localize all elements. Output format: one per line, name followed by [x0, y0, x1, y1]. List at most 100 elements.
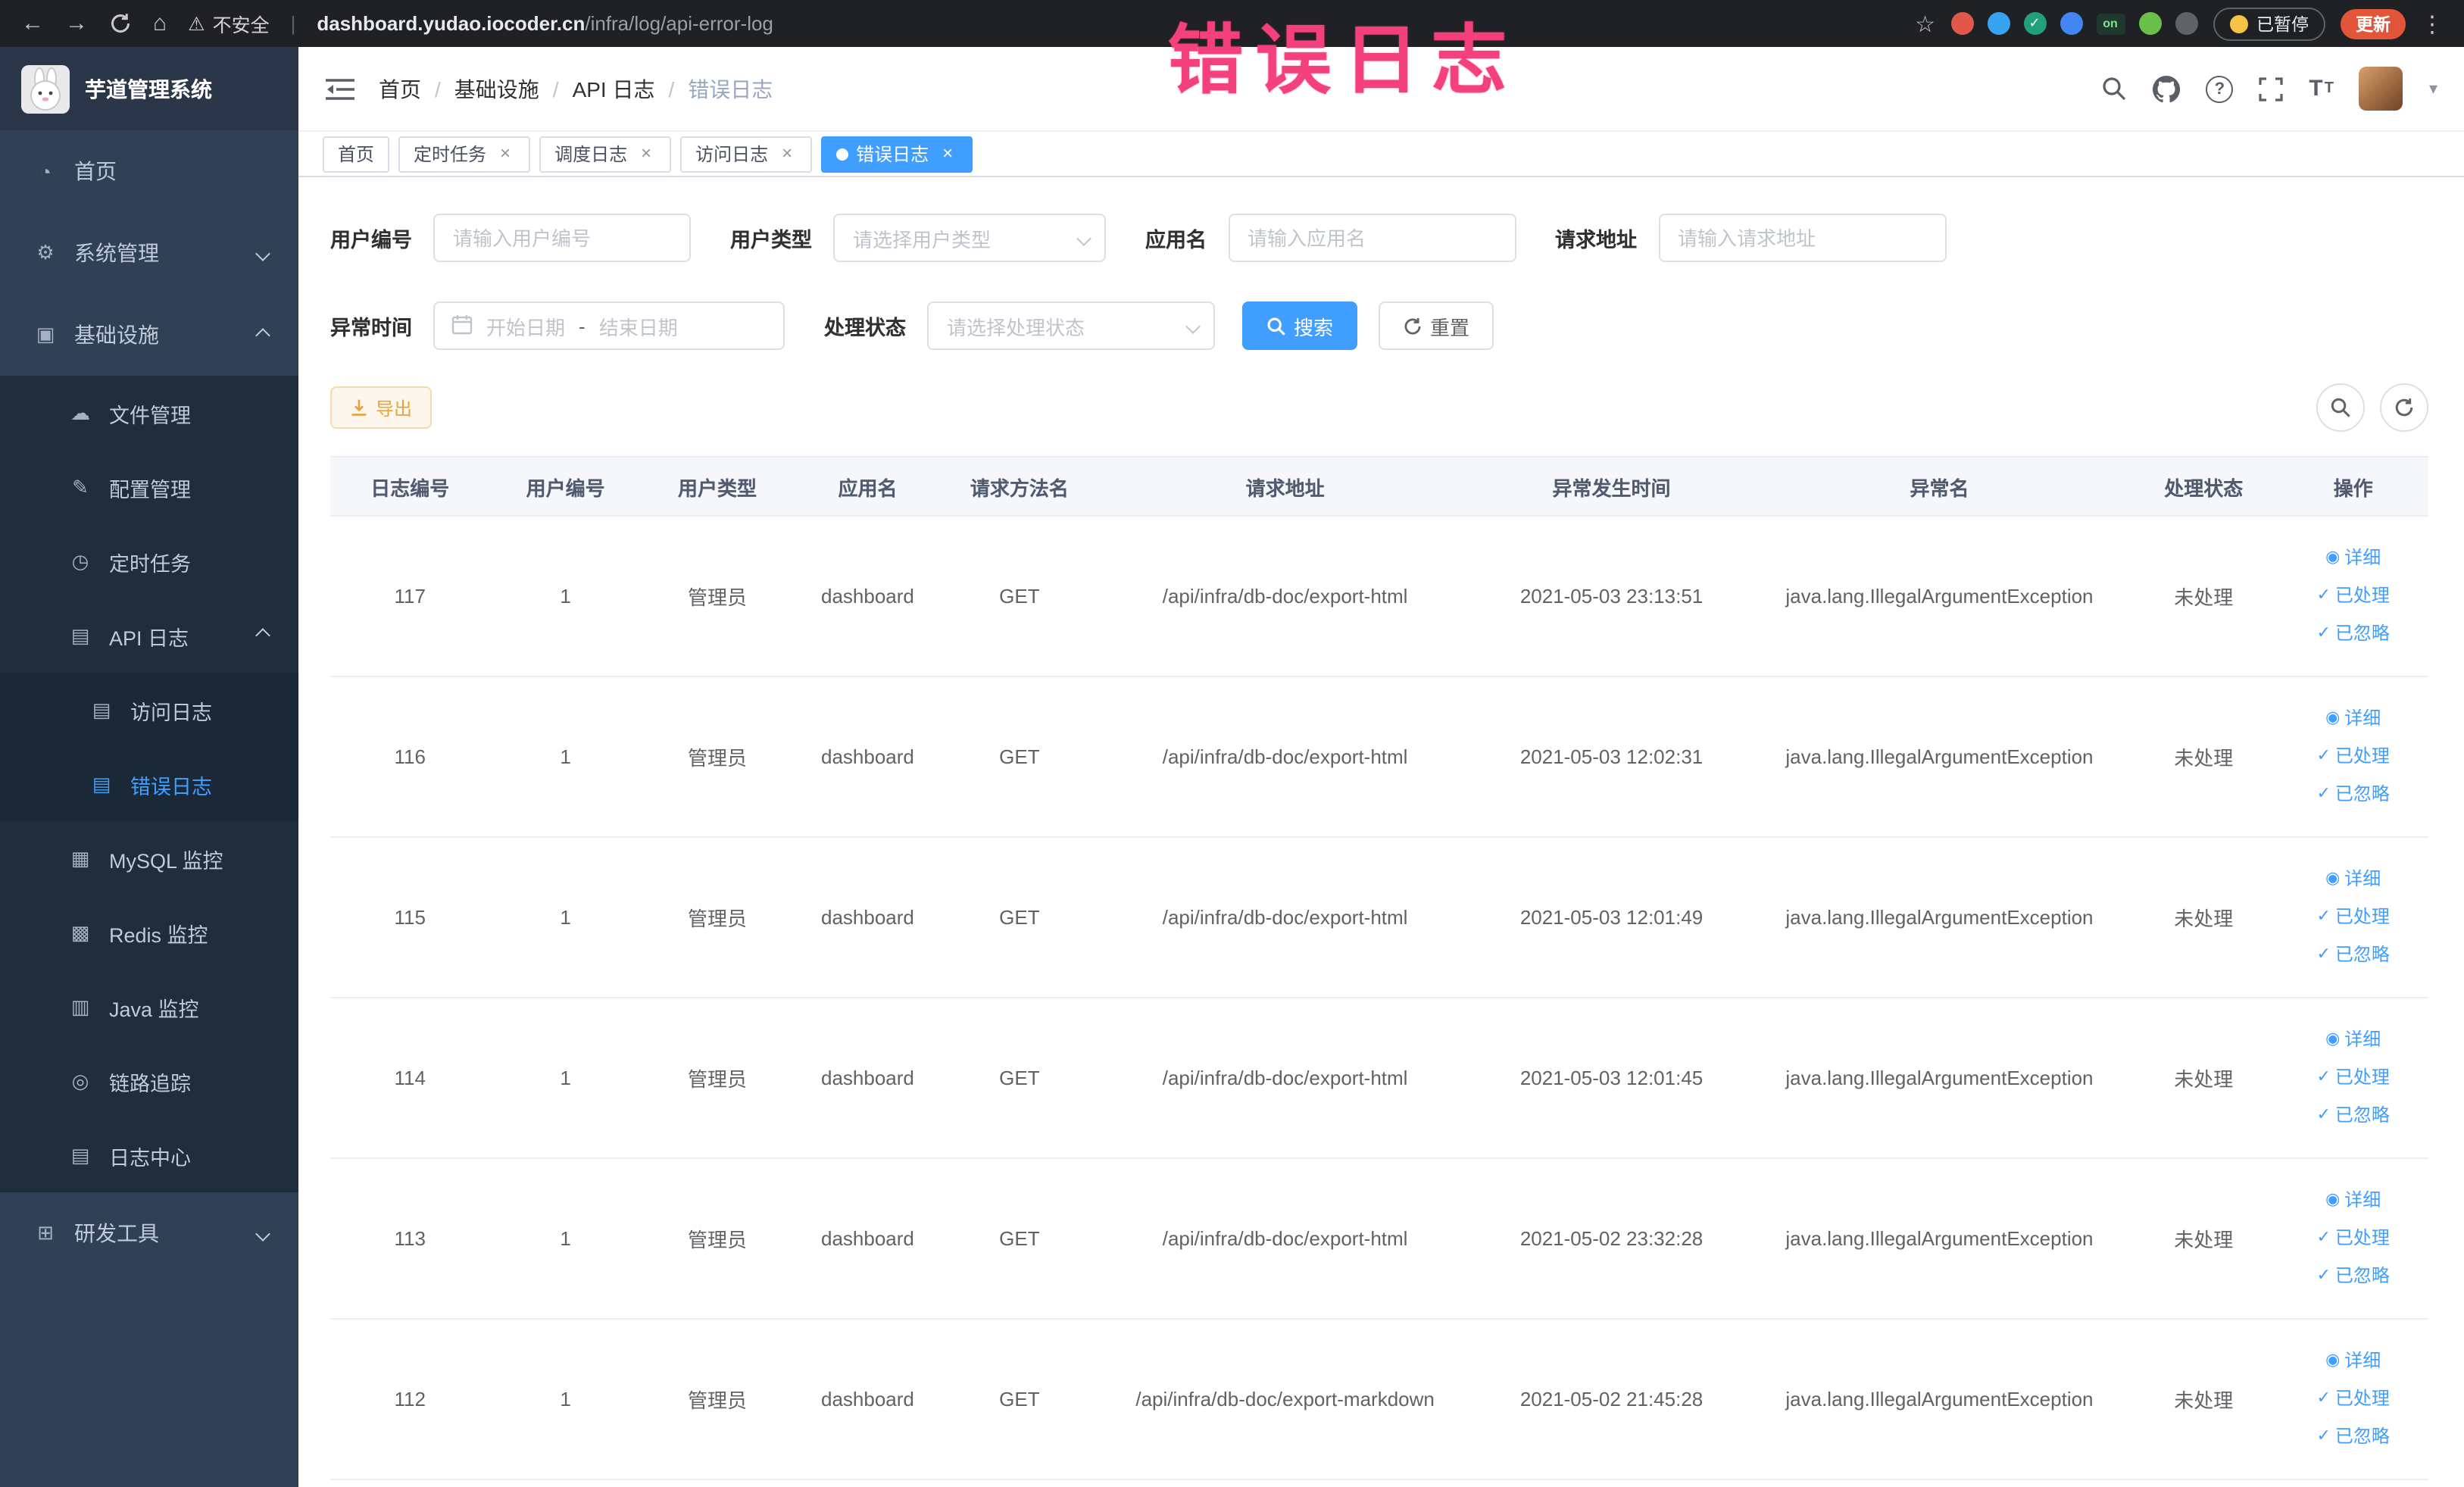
- refresh-table-button[interactable]: [2380, 383, 2428, 432]
- action-processed[interactable]: ✓ 已处理: [2316, 738, 2389, 776]
- user-type-select[interactable]: 请选择用户类型: [833, 214, 1106, 262]
- security-warning[interactable]: ⚠ 不安全: [188, 9, 269, 38]
- bookmark-star-icon[interactable]: ☆: [1915, 10, 1935, 37]
- extension-orange-shield-icon[interactable]: [1950, 12, 1973, 35]
- action-processed[interactable]: ✓ 已处理: [2316, 898, 2389, 936]
- close-icon[interactable]: ×: [495, 144, 515, 164]
- cell-time: 2021-05-03 23:13:51: [1473, 516, 1750, 677]
- sidebar-item-tracer[interactable]: ◎ 链路追踪: [0, 1044, 298, 1118]
- action-detail[interactable]: ◉ 详细: [2325, 539, 2381, 577]
- action-processed[interactable]: ✓ 已处理: [2316, 1059, 2389, 1097]
- caret-down-icon[interactable]: ▾: [2429, 79, 2437, 98]
- cell-app: dashboard: [793, 998, 942, 1159]
- action-processed[interactable]: ✓ 已处理: [2316, 1220, 2389, 1257]
- toggle-search-button[interactable]: [2316, 383, 2365, 432]
- tab-home[interactable]: 首页: [323, 136, 390, 172]
- actions-group: ◉ 详细 ✓ 已处理 ✓ 已忽略: [2278, 838, 2428, 997]
- toolbar-right-cluster: [2316, 383, 2428, 432]
- back-icon[interactable]: ←: [21, 12, 44, 35]
- sidebar-collapse-icon[interactable]: [326, 77, 354, 101]
- fullscreen-icon[interactable]: [2259, 77, 2283, 101]
- close-icon[interactable]: ×: [636, 144, 656, 164]
- action-detail[interactable]: ◉ 详细: [2325, 700, 2381, 738]
- sidebar-item-redis-monitor[interactable]: ▩ Redis 监控: [0, 895, 298, 970]
- cell-app: dashboard: [793, 1158, 942, 1320]
- sidebar-item-mysql-monitor[interactable]: ▦ MySQL 监控: [0, 821, 298, 895]
- sidebar-item-config-manage[interactable]: ✎ 配置管理: [0, 450, 298, 524]
- extension-green-check-icon[interactable]: ✓: [2023, 12, 2046, 35]
- sidebar-item-scheduled-job[interactable]: ◷ 定时任务: [0, 524, 298, 598]
- extension-blue-drop-icon[interactable]: [1987, 12, 2010, 35]
- check-icon: ✓: [2316, 586, 2331, 604]
- sidebar-item-system[interactable]: ⚙ 系统管理: [0, 212, 298, 294]
- action-detail[interactable]: ◉ 详细: [2325, 1342, 2381, 1380]
- app-name-input[interactable]: [1228, 214, 1516, 262]
- action-processed[interactable]: ✓ 已处理: [2316, 577, 2389, 615]
- request-url-input[interactable]: [1658, 214, 1946, 262]
- cell-exception: java.lang.IllegalArgumentException: [1749, 676, 2129, 838]
- action-ignored[interactable]: ✓ 已忽略: [2316, 1418, 2389, 1456]
- reset-button[interactable]: 重置: [1379, 301, 1494, 350]
- help-icon[interactable]: ?: [2206, 75, 2234, 102]
- sidebar-item-file-manage[interactable]: ☁ 文件管理: [0, 376, 298, 450]
- sidebar-item-error-log[interactable]: ▤ 错误日志: [0, 747, 298, 821]
- close-icon[interactable]: ×: [938, 144, 957, 164]
- breadcrumb-item[interactable]: 基础设施: [454, 73, 539, 104]
- home-icon[interactable]: ⌂: [153, 12, 167, 35]
- breadcrumb-item[interactable]: API 日志: [573, 73, 655, 104]
- menu-kebab-icon[interactable]: ⋮: [2421, 10, 2444, 37]
- user-id-input[interactable]: [433, 214, 691, 262]
- action-detail[interactable]: ◉ 详细: [2325, 1021, 2381, 1059]
- close-icon[interactable]: ×: [777, 144, 797, 164]
- action-ignored[interactable]: ✓ 已忽略: [2316, 776, 2389, 814]
- sidebar-item-dev-tools[interactable]: ⊞ 研发工具: [0, 1192, 298, 1274]
- action-detail[interactable]: ◉ 详细: [2325, 861, 2381, 898]
- action-detail[interactable]: ◉ 详细: [2325, 1182, 2381, 1220]
- export-button[interactable]: 导出: [330, 386, 433, 429]
- extension-toggle-on-icon[interactable]: on: [2096, 13, 2125, 34]
- tab-scheduled-job[interactable]: 定时任务 ×: [398, 136, 531, 172]
- update-button[interactable]: 更新: [2341, 8, 2406, 39]
- extension-blue-grid-icon[interactable]: [2060, 12, 2082, 35]
- search-icon[interactable]: [2101, 76, 2127, 102]
- filter-label-exception-time: 异常时间: [330, 317, 412, 339]
- app-logo[interactable]: 芋道管理系统: [0, 47, 298, 130]
- table-header-row: 日志编号 用户编号 用户类型 应用名 请求方法名 请求地址 异常发生时间 异常名 处理状态 操作: [330, 457, 2428, 517]
- date-range-picker[interactable]: 开始日期 - 结束日期: [433, 301, 785, 350]
- github-icon[interactable]: [2153, 75, 2181, 102]
- extension-puzzle-icon[interactable]: [2175, 12, 2197, 35]
- paused-badge[interactable]: 已暂停: [2213, 7, 2325, 40]
- avatar[interactable]: [2359, 67, 2403, 111]
- action-processed[interactable]: ✓ 已处理: [2316, 1380, 2389, 1418]
- column-header: 日志编号: [330, 457, 490, 517]
- url-bar[interactable]: dashboard.yudao.iocoder.cn/infra/log/api…: [317, 12, 773, 35]
- check-icon: ✓: [2316, 1427, 2331, 1445]
- sidebar-item-log-center[interactable]: ▤ 日志中心: [0, 1118, 298, 1192]
- cell-app: dashboard: [793, 516, 942, 677]
- sidebar-item-infrastructure[interactable]: ▣ 基础设施: [0, 294, 298, 376]
- action-ignored[interactable]: ✓ 已忽略: [2316, 1097, 2389, 1135]
- cell-status: 未处理: [2129, 837, 2278, 998]
- search-button[interactable]: 搜索: [1242, 301, 1358, 350]
- tab-error-log[interactable]: 错误日志 ×: [821, 136, 973, 172]
- grid-icon: ▦: [70, 846, 90, 869]
- forward-icon[interactable]: →: [65, 12, 88, 35]
- sidebar-item-access-log[interactable]: ▤ 访问日志: [0, 673, 298, 747]
- topbar: 首页 / 基础设施 / API 日志 / 错误日志 ? TT ▾: [298, 47, 2464, 132]
- tab-job-log[interactable]: 调度日志 ×: [539, 136, 672, 172]
- action-ignored[interactable]: ✓ 已忽略: [2316, 936, 2389, 974]
- action-ignored[interactable]: ✓ 已忽略: [2316, 615, 2389, 653]
- extension-leaf-icon[interactable]: [2138, 12, 2161, 35]
- action-ignored[interactable]: ✓ 已忽略: [2316, 1257, 2389, 1295]
- sidebar-item-home[interactable]: ◔ 首页: [0, 130, 298, 212]
- process-status-select[interactable]: 请选择处理状态: [927, 301, 1215, 350]
- select-placeholder: 请选择处理状态: [947, 316, 1085, 339]
- sidebar-item-java-monitor[interactable]: ▥ Java 监控: [0, 970, 298, 1044]
- breadcrumb-item[interactable]: 首页: [379, 73, 421, 104]
- cell-exception: java.lang.IllegalArgumentException: [1749, 1319, 2129, 1480]
- sidebar-item-api-log[interactable]: ▤ API 日志: [0, 598, 298, 673]
- reload-icon[interactable]: [109, 12, 132, 35]
- font-size-icon[interactable]: TT: [2309, 76, 2334, 102]
- tab-access-log[interactable]: 访问日志 ×: [680, 136, 813, 172]
- cell-user-id: 1: [489, 998, 642, 1159]
